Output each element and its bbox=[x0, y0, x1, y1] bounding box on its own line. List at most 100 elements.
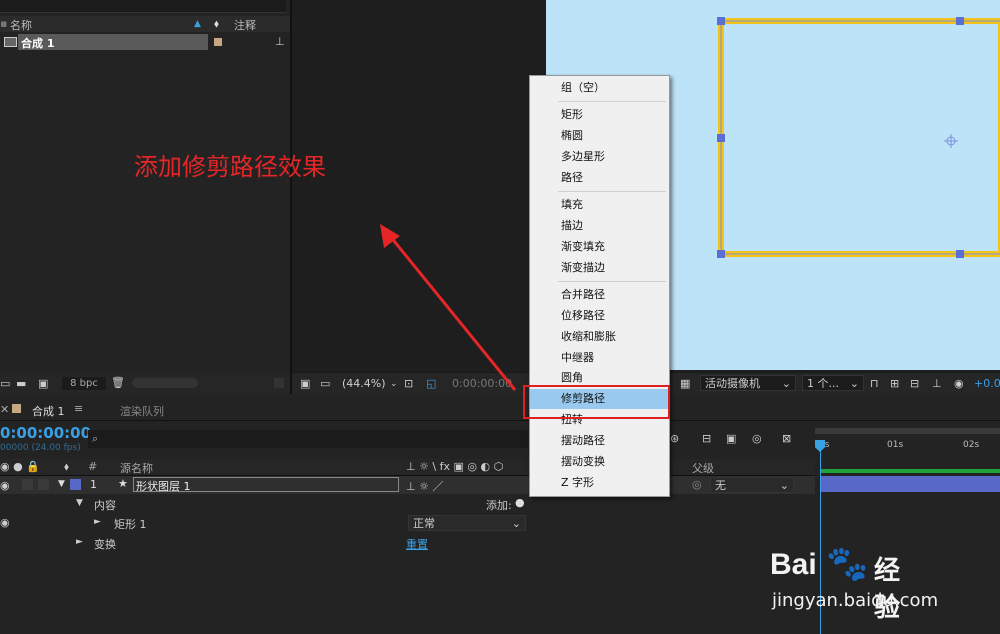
rect-row: ◉ ► 矩形 1 正常 ⌄ bbox=[0, 514, 815, 532]
content-label: 内容 bbox=[94, 499, 116, 512]
layer-duration-bar[interactable] bbox=[820, 476, 1000, 492]
lock-switch[interactable] bbox=[38, 479, 49, 490]
reset-link[interactable]: 重置 bbox=[406, 536, 428, 552]
solo-switch[interactable] bbox=[22, 479, 33, 490]
exposure-icon[interactable]: ◉ bbox=[954, 377, 964, 390]
menu-item-stroke[interactable]: 描边 bbox=[530, 216, 669, 236]
resize-handle[interactable] bbox=[274, 378, 284, 388]
new-comp-icon[interactable]: ▣ bbox=[38, 377, 48, 390]
folder-icon[interactable]: ▬ bbox=[16, 377, 26, 390]
parent-select[interactable]: 无 ⌄ bbox=[710, 477, 794, 493]
graph-editor-icon[interactable]: ⊠ bbox=[782, 432, 791, 445]
layer-name-field[interactable]: 形状图层 1 bbox=[133, 477, 399, 493]
draft-3d-icon[interactable]: ⊟ bbox=[702, 432, 711, 445]
project-item-name: 合成 1 bbox=[21, 37, 55, 50]
menu-item-pucker-bloat[interactable]: 收缩和膨胀 bbox=[530, 327, 669, 347]
watermark-brand: Bai bbox=[770, 548, 817, 581]
layer-number: 1 bbox=[90, 478, 97, 491]
blend-mode-select[interactable]: 正常 ⌄ bbox=[408, 515, 526, 531]
twirl-right-icon[interactable]: ► bbox=[94, 517, 101, 527]
label-color-swatch[interactable] bbox=[214, 38, 222, 46]
av-switches-icon: ◉ ● 🔒 bbox=[0, 460, 40, 473]
menu-icon[interactable]: ≡ bbox=[74, 402, 83, 415]
motion-blur-icon[interactable]: ◎ bbox=[752, 432, 762, 445]
interpret-icon[interactable]: ▭ bbox=[0, 377, 10, 390]
views-select[interactable]: 1 个... ⌄ bbox=[802, 375, 864, 391]
work-area-range[interactable] bbox=[820, 469, 1000, 473]
tab-render-queue[interactable]: 渲染队列 bbox=[120, 403, 164, 419]
col-parent[interactable]: 父级 bbox=[692, 460, 714, 476]
comp-mini-icon[interactable]: ⊛ bbox=[670, 432, 679, 445]
menu-item-ellipse[interactable]: 椭圆 bbox=[530, 126, 669, 146]
menu-item-rect[interactable]: 矩形 bbox=[530, 105, 669, 125]
bpc-button[interactable]: 8 bpc bbox=[62, 377, 106, 390]
layer-switches-icon[interactable]: ⊥ ☼ ／ bbox=[406, 478, 443, 494]
shy-icon[interactable]: ▣ bbox=[726, 432, 736, 445]
chevron-down-icon: ⌄ bbox=[779, 479, 789, 492]
rect-label: 矩形 1 bbox=[114, 518, 147, 531]
project-scrollbar[interactable] bbox=[132, 378, 198, 388]
time-ruler[interactable]: 0s 01s 02s bbox=[815, 424, 1000, 460]
menu-separator bbox=[558, 281, 666, 282]
annotation-arrow bbox=[380, 224, 517, 391]
col-comment[interactable]: 注释 bbox=[234, 17, 256, 33]
timeline-tabs: ✕ 合成 1 ≡ 渲染队列 bbox=[0, 398, 1000, 421]
render-icon[interactable]: ⊞ bbox=[890, 377, 899, 390]
project-item-row[interactable]: 合成 1 ⊥ bbox=[0, 34, 290, 50]
transparency-icon[interactable]: ▦ bbox=[680, 377, 690, 390]
export-icon[interactable]: ⊟ bbox=[910, 377, 919, 390]
camera-select[interactable]: 活动摄像机 ⌄ bbox=[700, 375, 796, 391]
twirl-right-icon[interactable]: ► bbox=[76, 537, 83, 547]
layer-row[interactable]: ◉ ▼ 1 ★ 形状图层 1 ⊥ ☼ ／ ◎ 无 ⌄ bbox=[0, 476, 815, 494]
transform-row: ► 变换 重置 bbox=[0, 534, 815, 552]
comp-color-swatch bbox=[12, 404, 21, 413]
timeline-timecode[interactable]: 0:00:00:00 bbox=[0, 424, 91, 442]
menu-item-merge-paths[interactable]: 合并路径 bbox=[530, 285, 669, 305]
menu-item-gradient-fill[interactable]: 渐变填充 bbox=[530, 237, 669, 257]
trash-icon[interactable]: 🗑 bbox=[111, 376, 125, 389]
add-button-icon[interactable]: ● bbox=[515, 496, 525, 509]
tab-comp[interactable]: 合成 1 bbox=[32, 403, 65, 419]
monitor-icon[interactable]: ▭ bbox=[320, 377, 330, 390]
toggle-icon[interactable]: ⊓ bbox=[870, 377, 879, 390]
col-source-name[interactable]: 源名称 bbox=[120, 460, 153, 476]
menu-separator bbox=[558, 101, 666, 102]
pickwhip-icon[interactable]: ◎ bbox=[692, 478, 702, 491]
layer-color-swatch[interactable] bbox=[70, 479, 81, 490]
work-area-bar[interactable] bbox=[815, 428, 1000, 434]
hierarchy-icon: ⊥ bbox=[275, 35, 285, 48]
project-footer: ▭ ▬ ▣ 8 bpc 🗑 bbox=[0, 375, 290, 393]
chevron-down-icon: ⌄ bbox=[781, 377, 791, 390]
eye-icon[interactable]: ◉ bbox=[0, 479, 10, 492]
switches-icon: ⊥ ☼ \ fx ▣ ◎ ◐ ⬡ bbox=[406, 460, 504, 473]
menu-item-repeater[interactable]: 中继器 bbox=[530, 348, 669, 368]
menu-item-group-empty[interactable]: 组（空） bbox=[530, 78, 669, 98]
menu-item-fill[interactable]: 填充 bbox=[530, 195, 669, 215]
menu-item-path[interactable]: 路径 bbox=[530, 168, 669, 188]
eye-icon[interactable]: ◉ bbox=[0, 516, 10, 529]
menu-item-offset-paths[interactable]: 位移路径 bbox=[530, 306, 669, 326]
menu-item-wiggle-transform[interactable]: 摆动变换 bbox=[530, 452, 669, 472]
highlight-box bbox=[523, 385, 670, 419]
timeline-search-input[interactable]: ⌕ bbox=[88, 430, 528, 448]
col-name[interactable]: 名称 bbox=[10, 17, 32, 33]
timeline-fps: 00000 (24.00 fps) bbox=[0, 443, 81, 453]
project-search-input[interactable] bbox=[0, 0, 286, 13]
menu-item-zigzag[interactable]: Z 字形 bbox=[530, 473, 669, 493]
twirl-down-icon[interactable]: ▼ bbox=[76, 498, 83, 508]
menu-item-polystar[interactable]: 多边星形 bbox=[530, 147, 669, 167]
watermark-url: jingyan.baidu.com bbox=[772, 590, 939, 611]
twirl-down-icon[interactable]: ▼ bbox=[58, 479, 65, 489]
region-icon[interactable]: ▣ bbox=[300, 377, 310, 390]
transform-label: 变换 bbox=[94, 538, 116, 551]
add-label[interactable]: 添加: bbox=[486, 497, 512, 513]
label-tag-icon: ⬧ bbox=[64, 460, 69, 473]
search-icon: ⌕ bbox=[92, 432, 99, 445]
sort-up-icon[interactable]: ▲ bbox=[194, 19, 201, 29]
menu-item-wiggle-paths[interactable]: 摆动路径 bbox=[530, 431, 669, 451]
flowchart-icon[interactable]: ⊥ bbox=[932, 377, 942, 390]
exposure-value[interactable]: +0.0 bbox=[974, 377, 1000, 390]
close-icon[interactable]: ✕ bbox=[0, 403, 9, 416]
menu-item-gradient-stroke[interactable]: 渐变描边 bbox=[530, 258, 669, 278]
layer-column-header: ◉ ● 🔒 ⬧ # 源名称 ⊥ ☼ \ fx ▣ ◎ ◐ ⬡ 父级 bbox=[0, 459, 815, 476]
